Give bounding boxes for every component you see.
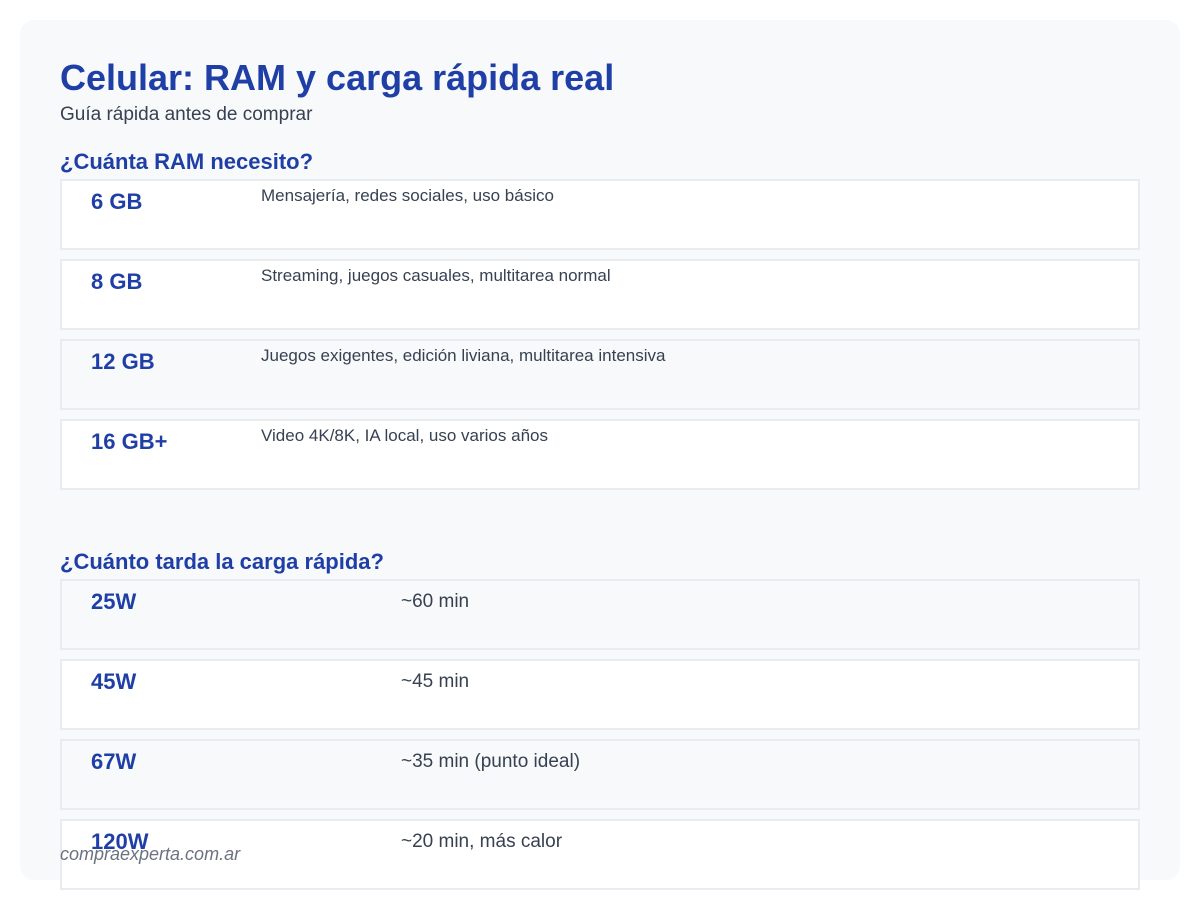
- charger-wattage: 25W: [91, 589, 137, 614]
- page-title: Celular: RAM y carga rápida real: [60, 57, 615, 98]
- ram-usage: Mensajería, redes sociales, uso básico: [261, 186, 554, 205]
- ram-row-16gb: 16 GB+ Video 4K/8K, IA local, uso varios…: [60, 419, 1140, 490]
- ram-row-12gb: 12 GB Juegos exigentes, edición liviana,…: [60, 339, 1140, 410]
- ram-amount: 6 GB: [91, 189, 143, 214]
- charge-time: ~45 min: [401, 671, 470, 692]
- charge-row-25w: 25W ~60 min: [60, 579, 1140, 650]
- charge-row-67w: 67W ~35 min (punto ideal): [60, 739, 1140, 810]
- ram-usage: Video 4K/8K, IA local, uso varios años: [261, 426, 548, 445]
- charge-section-title: ¿Cuánto tarda la carga rápida?: [60, 549, 384, 574]
- ram-table: 6 GB Mensajería, redes sociales, uso bás…: [60, 179, 1140, 499]
- charge-row-45w: 45W ~45 min: [60, 659, 1140, 730]
- source-footer: compraexperta.com.ar: [60, 844, 241, 864]
- ram-usage: Streaming, juegos casuales, multitarea n…: [261, 266, 611, 285]
- ram-amount: 12 GB: [91, 349, 155, 374]
- ram-amount: 16 GB+: [91, 429, 168, 454]
- ram-section-title: ¿Cuánta RAM necesito?: [60, 149, 314, 174]
- charge-time: ~20 min, más calor: [401, 831, 563, 852]
- charger-wattage: 45W: [91, 669, 137, 694]
- ram-amount: 8 GB: [91, 269, 143, 294]
- ram-usage: Juegos exigentes, edición liviana, multi…: [261, 346, 666, 365]
- charge-time: ~35 min (punto ideal): [401, 751, 581, 772]
- charger-wattage: 67W: [91, 749, 137, 774]
- charge-time: ~60 min: [401, 591, 470, 612]
- ram-row-6gb: 6 GB Mensajería, redes sociales, uso bás…: [60, 179, 1140, 250]
- ram-row-8gb: 8 GB Streaming, juegos casuales, multita…: [60, 259, 1140, 330]
- page-subtitle: Guía rápida antes de comprar: [60, 104, 313, 125]
